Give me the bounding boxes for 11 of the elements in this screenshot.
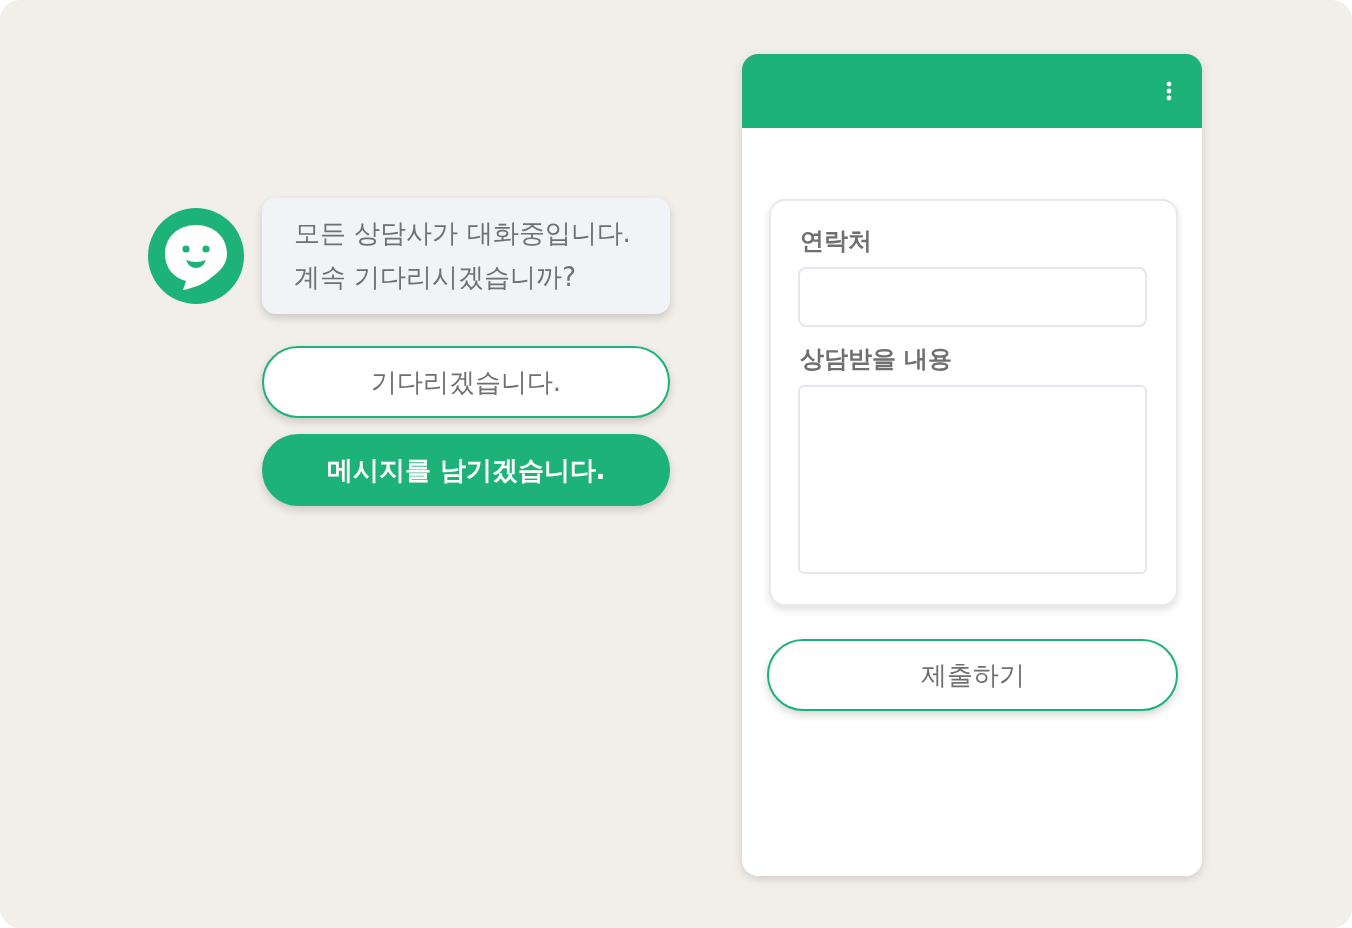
message-text: 모든 상담사가 대화중입니다.: [294, 217, 632, 250]
more-menu-icon[interactable]: [1166, 81, 1172, 101]
field-label: 상담받을 내용: [800, 344, 953, 375]
leave-message-button[interactable]: 메시지를 남기겠습니다.: [262, 434, 670, 506]
textarea-field[interactable]: [798, 385, 1147, 574]
wait-button[interactable]: 기다리겠습니다.: [262, 346, 670, 418]
submit-button[interactable]: 제출하기: [767, 639, 1178, 711]
message-text: 계속 기다리시겠습니까?: [294, 261, 578, 294]
input-field[interactable]: [798, 267, 1147, 327]
field-label: 연락처: [800, 226, 872, 257]
chatbot-avatar-icon: [148, 208, 244, 304]
